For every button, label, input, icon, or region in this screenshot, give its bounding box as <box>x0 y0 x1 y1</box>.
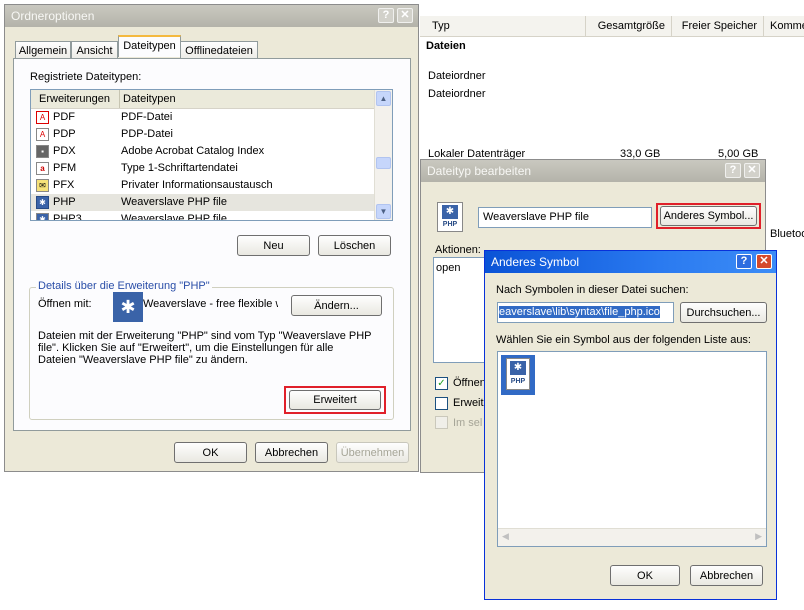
table-row-selected[interactable]: ✱ PHP Weaverslave PHP file <box>31 194 374 211</box>
help-icon[interactable]: ? <box>725 163 741 178</box>
checkbox-same-window-label: Im sel <box>453 417 483 429</box>
column-header-bar: Typ Gesamtgröße Freier Speicher Komme <box>420 16 804 37</box>
ok-button[interactable]: OK <box>174 442 247 463</box>
scroll-up-icon[interactable]: ▲ <box>376 91 391 106</box>
column-comment[interactable]: Komme <box>764 16 804 36</box>
column-free[interactable]: Freier Speicher <box>672 16 764 36</box>
symbol-path-input[interactable]: eaverslave\lib\syntax\file_php.ico <box>497 302 674 323</box>
horizontal-scrollbar[interactable]: ◀ ▶ <box>498 528 766 546</box>
help-icon[interactable]: ? <box>736 254 752 269</box>
close-icon[interactable]: ✕ <box>744 163 760 178</box>
php-icon: ✱ <box>36 196 49 209</box>
cancel-button[interactable]: Abbrechen <box>690 565 763 586</box>
tab-offlinedateien[interactable]: Offlinedateien <box>180 41 258 59</box>
tab-dateitypen[interactable]: Dateitypen <box>118 35 181 57</box>
help-icon[interactable]: ? <box>378 8 394 23</box>
php-file-icon: ✱ PHP <box>506 358 530 390</box>
advanced-button[interactable]: Erweitert <box>289 390 381 410</box>
apply-button[interactable]: Übernehmen <box>336 442 409 463</box>
header-extensions[interactable]: Erweiterungen <box>39 93 110 105</box>
titlebar: Anderes Symbol ? ✕ <box>485 251 776 273</box>
ok-button[interactable]: OK <box>610 565 680 586</box>
browse-button[interactable]: Durchsuchen... <box>680 302 767 323</box>
list-item[interactable]: Dateiordner <box>428 88 485 100</box>
pfm-icon: a <box>36 162 49 175</box>
checkbox-open-label: Öffnen <box>453 377 486 389</box>
description-text: Dateien mit der Erweiterung "PHP" sind v… <box>38 330 372 366</box>
window-title: Ordneroptionen <box>11 9 95 23</box>
header-filetypes[interactable]: Dateitypen <box>123 93 176 105</box>
pdf-icon: A <box>36 111 49 124</box>
checkbox-advanced[interactable] <box>435 397 448 410</box>
table-row[interactable]: ✉ PFX Privater Informationsaustausch <box>31 177 374 194</box>
change-button[interactable]: Ändern... <box>291 295 382 316</box>
new-button[interactable]: Neu <box>237 235 310 256</box>
symbol-item-selected[interactable]: ✱ PHP <box>501 355 535 395</box>
delete-button[interactable]: Löschen <box>318 235 391 256</box>
table-row[interactable]: a PFM Type 1-Schriftartendatei <box>31 160 374 177</box>
filetype-list[interactable]: Erweiterungen Dateitypen A PDF PDF-Datei… <box>30 89 393 221</box>
tab-allgemein[interactable]: Allgemein <box>15 41 71 59</box>
registered-label: Registriete Dateitypen: <box>30 71 142 83</box>
pdx-icon: ▪ <box>36 145 49 158</box>
table-row[interactable]: A PDP PDP-Datei <box>31 126 374 143</box>
checkbox-same-window[interactable] <box>435 416 448 429</box>
close-icon[interactable]: ✕ <box>756 254 772 269</box>
open-with-value: Weaverslave - free flexible w <box>143 298 278 310</box>
details-label: Details über die Erweiterung "PHP" <box>36 280 212 292</box>
list-scrollbar[interactable]: ▲ ▼ <box>374 90 392 220</box>
titlebar: Dateityp bearbeiten ? ✕ <box>421 160 765 182</box>
list-item[interactable]: Dateiordner <box>428 70 485 82</box>
change-icon-button[interactable]: Anderes Symbol... <box>660 206 757 226</box>
actions-label: Aktionen: <box>435 244 481 256</box>
cancel-button[interactable]: Abbrechen <box>255 442 328 463</box>
tab-ansicht[interactable]: Ansicht <box>71 41 118 59</box>
checkbox-open[interactable]: ✓ <box>435 377 448 390</box>
selected-path-text: eaverslave\lib\syntax\file_php.ico <box>499 306 660 318</box>
table-row[interactable]: ▪ PDX Adobe Acrobat Catalog Index <box>31 143 374 160</box>
checkbox-advanced-label: Erweit <box>453 397 484 409</box>
php-file-icon: ✱ PHP <box>437 202 463 232</box>
titlebar: Ordneroptionen ? ✕ <box>5 5 418 27</box>
scroll-left-icon[interactable]: ◀ <box>502 531 509 542</box>
close-icon[interactable]: ✕ <box>397 8 413 23</box>
symbol-list[interactable]: ✱ PHP ◀ ▶ <box>497 351 767 547</box>
weaverslave-icon: ✱ <box>113 292 143 322</box>
search-label: Nach Symbolen in dieser Datei suchen: <box>496 284 689 296</box>
open-with-label: Öffnen mit: <box>38 298 92 310</box>
section-title: Dateien <box>426 40 466 52</box>
side-text: Bluetoo <box>770 228 804 240</box>
ordneroptionen-window: Ordneroptionen ? ✕ Allgemein Ansicht Off… <box>4 4 419 472</box>
scroll-down-icon[interactable]: ▼ <box>376 204 391 219</box>
pdp-icon: A <box>36 128 49 141</box>
anderes-symbol-window: Anderes Symbol ? ✕ Nach Symbolen in dies… <box>484 250 777 600</box>
scroll-right-icon[interactable]: ▶ <box>755 531 762 542</box>
choose-label: Wählen Sie ein Symbol aus der folgenden … <box>496 334 751 346</box>
window-title: Dateityp bearbeiten <box>427 164 532 178</box>
php-icon: ✱ <box>36 213 49 220</box>
window-title: Anderes Symbol <box>491 255 580 269</box>
pfx-icon: ✉ <box>36 179 49 192</box>
list-header: Erweiterungen Dateitypen <box>31 90 374 109</box>
tab-panel: Registriete Dateitypen: Erweiterungen Da… <box>13 58 411 431</box>
column-type[interactable]: Typ <box>426 16 586 36</box>
list-item[interactable]: open <box>436 262 460 274</box>
column-size[interactable]: Gesamtgröße <box>586 16 672 36</box>
filetype-name-input[interactable]: Weaverslave PHP file <box>478 207 652 228</box>
scroll-thumb[interactable] <box>376 157 391 169</box>
table-row[interactable]: A PDF PDF-Datei <box>31 109 374 126</box>
table-row[interactable]: ✱ PHP3 Weaverslave PHP file <box>31 211 374 220</box>
